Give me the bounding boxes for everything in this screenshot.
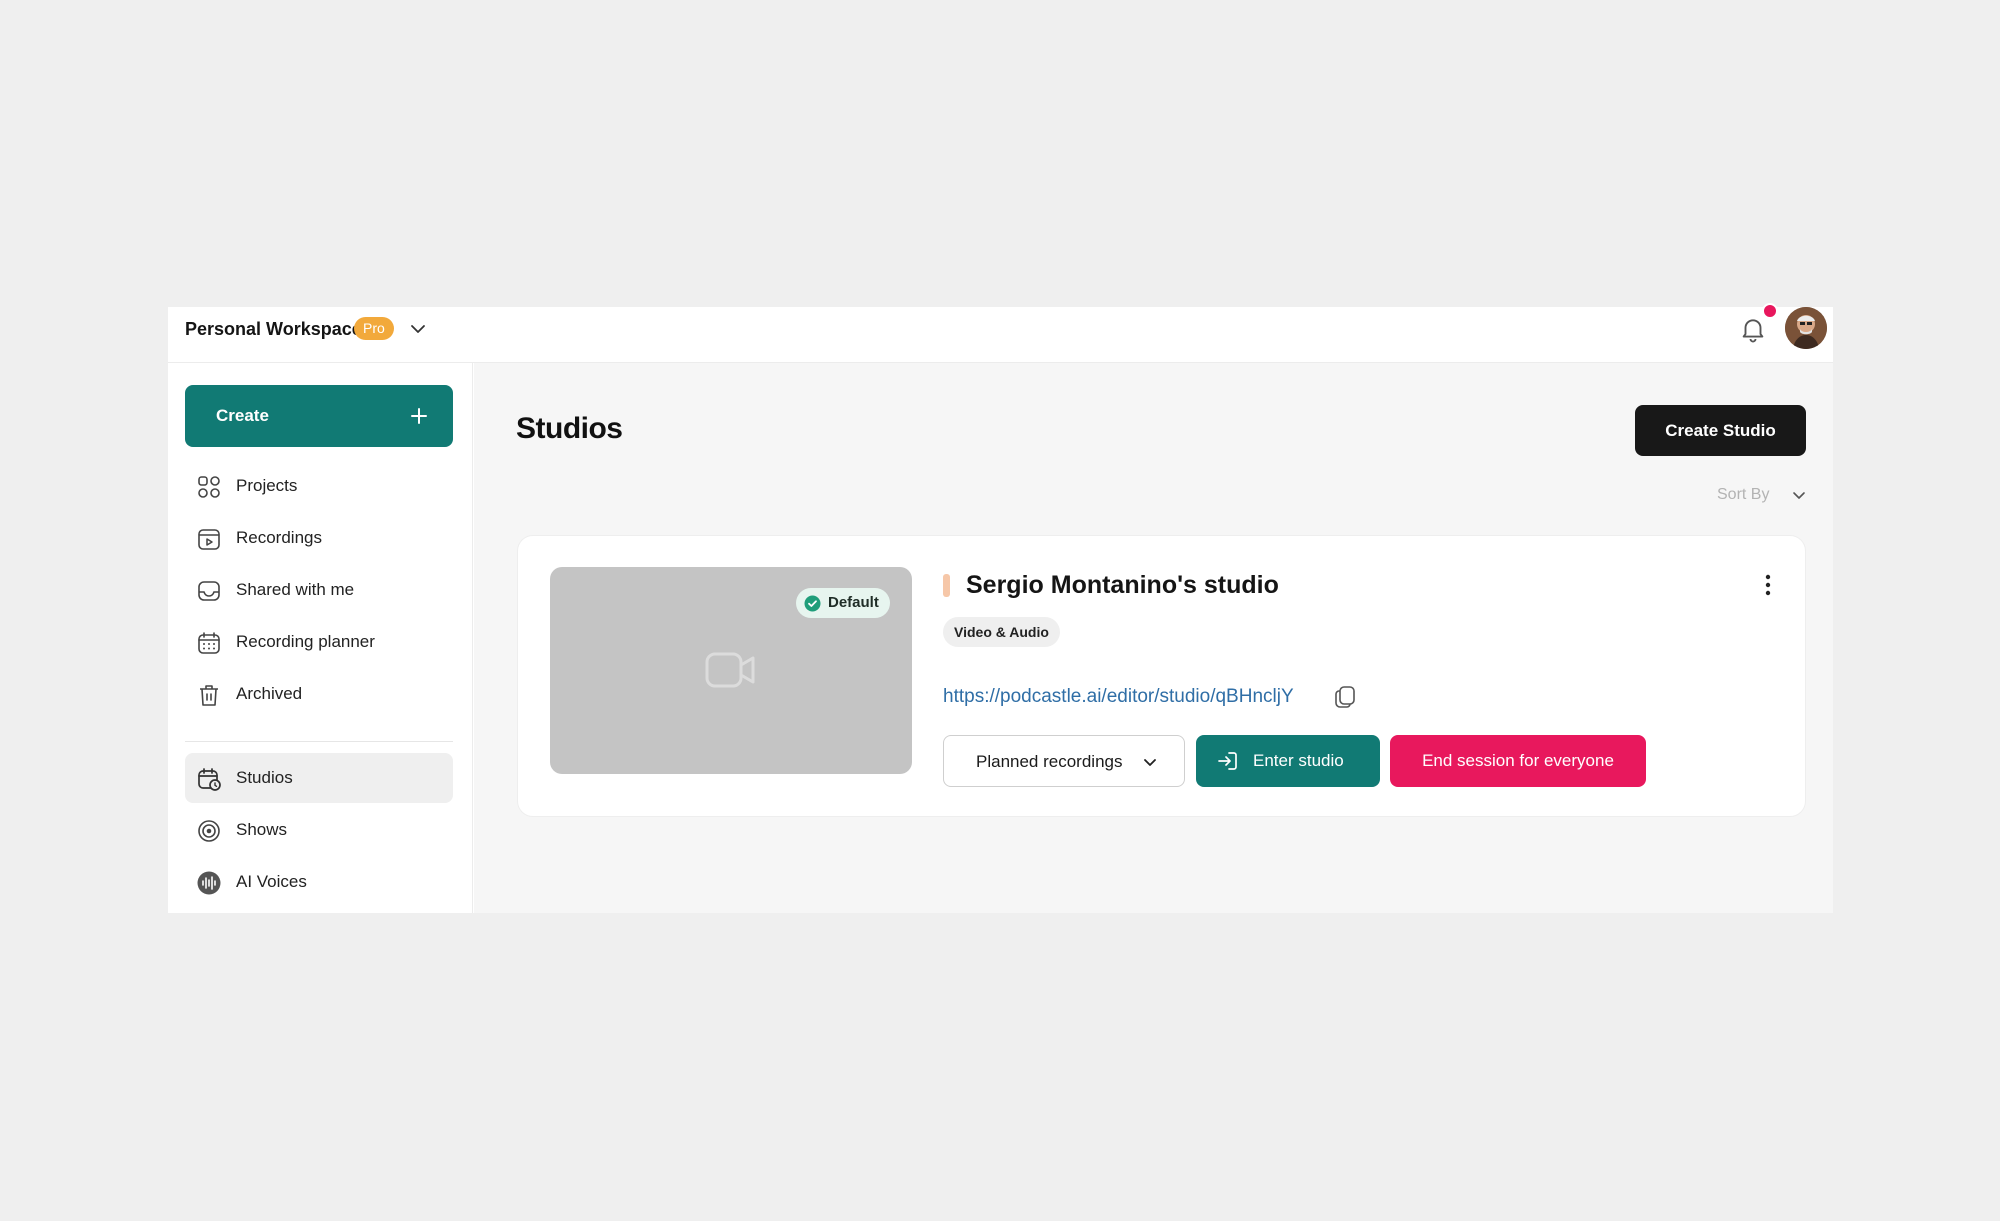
more-options-icon[interactable]: [1756, 571, 1780, 599]
page-title: Studios: [516, 412, 623, 445]
top-bar: Personal Workspace Pro: [168, 303, 1833, 363]
studio-thumbnail[interactable]: Default: [550, 567, 912, 774]
sidebar-item-label: Studios: [236, 768, 293, 787]
sidebar-item-studios[interactable]: Studios: [185, 753, 453, 803]
recording-icon: [198, 529, 220, 550]
sidebar-item-archived[interactable]: Archived: [185, 669, 453, 719]
avatar[interactable]: [1785, 307, 1827, 349]
sidebar-divider: [185, 741, 453, 742]
sidebar-item-label: Projects: [236, 476, 298, 495]
create-label: Create: [216, 406, 269, 425]
sidebar-item-recordings[interactable]: Recordings: [185, 513, 453, 563]
sidebar-item-label: Archived: [236, 684, 303, 703]
sidebar-item-label: AI Voices: [236, 872, 307, 891]
enter-icon: [1218, 752, 1237, 770]
chevron-down-icon: [1793, 492, 1805, 499]
create-button[interactable]: Create: [185, 385, 453, 447]
trash-icon: [200, 685, 218, 706]
video-camera-icon: [705, 652, 755, 688]
waveform-icon: [197, 871, 221, 895]
plus-icon: [411, 408, 427, 424]
default-badge: Default: [796, 588, 890, 618]
planned-recordings-label: Planned recordings: [976, 752, 1123, 771]
workspace-name[interactable]: Personal Workspace: [185, 317, 362, 341]
chevron-down-icon: [1144, 759, 1156, 766]
app-window: Personal Workspace Pro Create Projects R…: [168, 303, 1833, 913]
sidebar-item-label: Recording planner: [236, 632, 375, 651]
copy-icon[interactable]: [1332, 683, 1358, 709]
sort-by-label: Sort By: [1717, 486, 1770, 503]
create-studio-button[interactable]: Create Studio: [1635, 405, 1806, 456]
podcast-icon: [198, 820, 220, 842]
studio-link[interactable]: https://podcastle.ai/editor/studio/qBHnc…: [943, 685, 1294, 709]
studio-name: Sergio Montanino's studio: [966, 571, 1279, 599]
end-session-button[interactable]: End session for everyone: [1390, 735, 1646, 787]
check-circle-icon: [804, 595, 821, 612]
main-content: Studios Create Studio Sort By Default Se…: [474, 363, 1833, 913]
studio-calendar-icon: [198, 768, 221, 791]
planned-recordings-dropdown[interactable]: Planned recordings: [943, 735, 1185, 787]
default-badge-label: Default: [828, 594, 879, 611]
notification-dot: [1762, 303, 1778, 319]
sidebar-item-label: Shows: [236, 820, 288, 839]
sidebar-item-recording-planner[interactable]: Recording planner: [185, 617, 453, 667]
enter-studio-label: Enter studio: [1253, 751, 1344, 770]
enter-studio-button[interactable]: Enter studio: [1196, 735, 1380, 787]
studio-card: Default Sergio Montanino's studio Video …: [517, 535, 1806, 817]
calendar-icon: [198, 632, 220, 654]
sidebar-item-label: Recordings: [236, 528, 322, 547]
studio-type-chip: Video & Audio: [943, 617, 1060, 647]
sidebar-item-shows[interactable]: Shows: [185, 805, 453, 855]
sidebar-item-shared-with-me[interactable]: Shared with me: [185, 565, 453, 615]
bell-icon[interactable]: [1738, 314, 1768, 344]
sidebar-item-projects[interactable]: Projects: [185, 461, 453, 511]
studio-color-indicator: [943, 574, 950, 597]
inbox-icon: [198, 581, 220, 601]
sort-by-dropdown[interactable]: Sort By: [1717, 484, 1805, 506]
grid-icon: [198, 476, 220, 498]
sidebar-item-label: Shared with me: [236, 580, 355, 599]
pro-badge: Pro: [354, 317, 394, 340]
sidebar: Create Projects Recordings Shared with m…: [168, 363, 473, 913]
chevron-down-icon[interactable]: [406, 317, 430, 341]
sidebar-item-ai-voices[interactable]: AI Voices: [185, 857, 453, 907]
